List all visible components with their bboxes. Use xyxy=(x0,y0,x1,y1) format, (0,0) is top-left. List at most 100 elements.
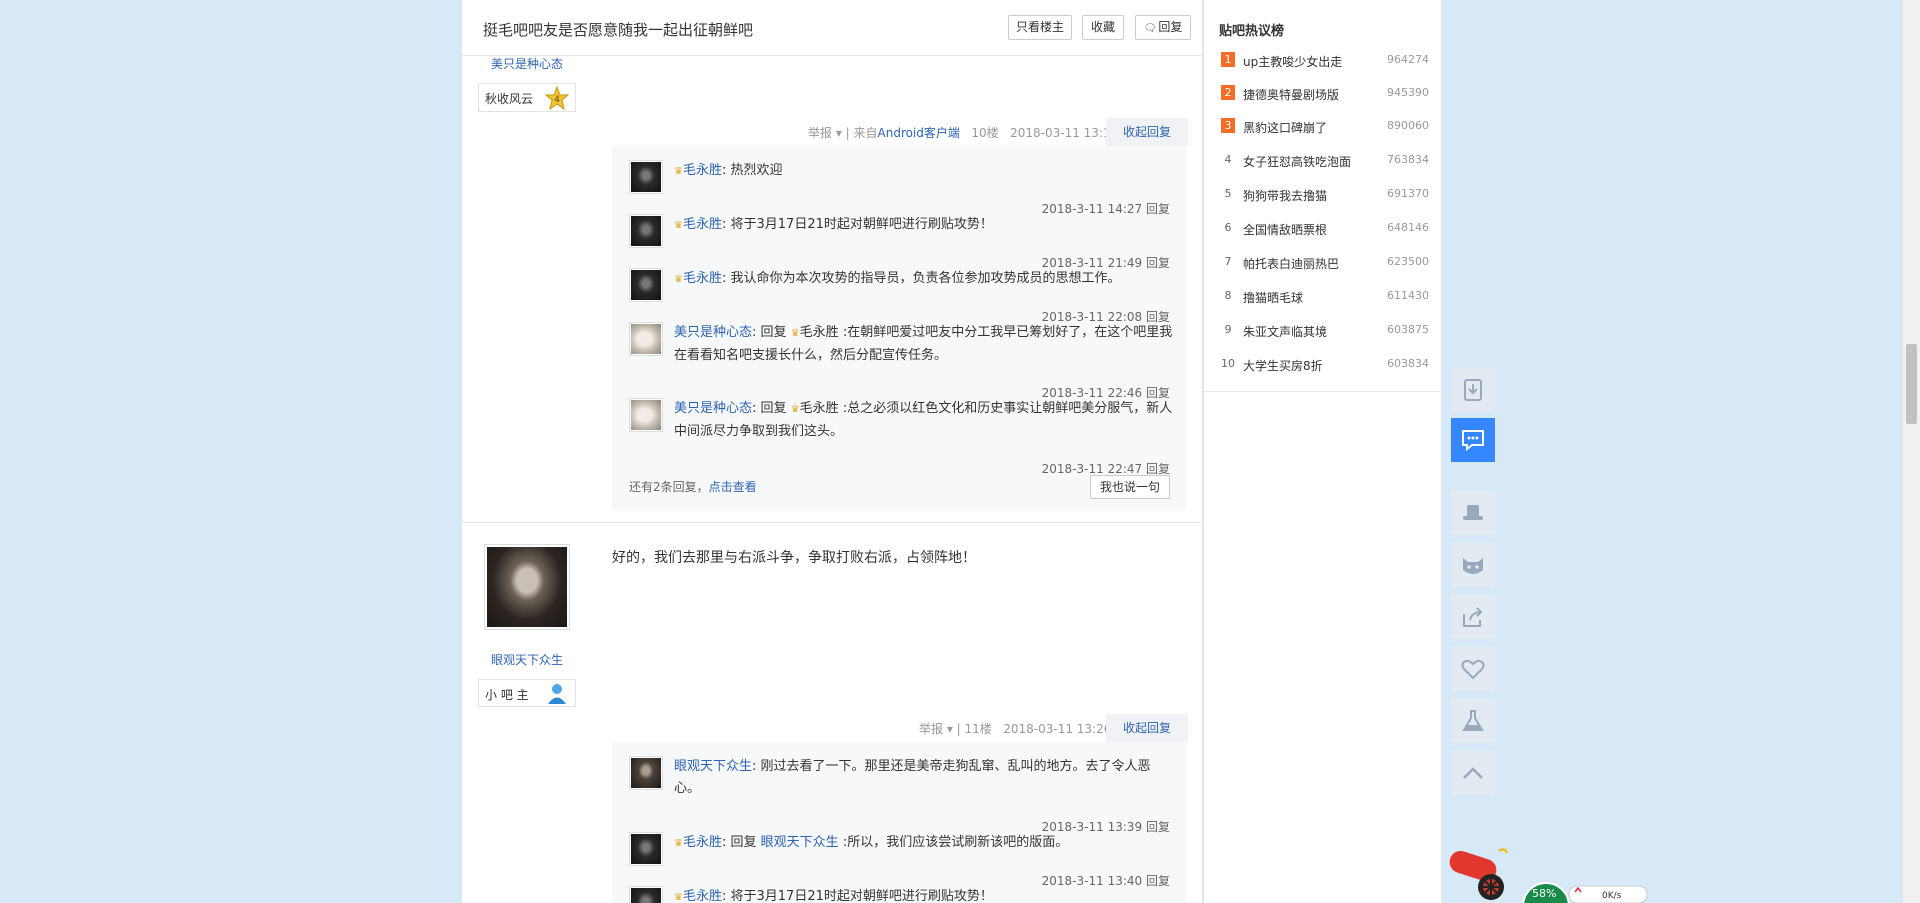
rank-number: 4 xyxy=(1224,153,1232,166)
share-button[interactable] xyxy=(1451,595,1495,639)
back-to-top-button[interactable] xyxy=(1451,751,1495,795)
post10-collapse-replies[interactable]: 收起回复 xyxy=(1106,118,1188,146)
comment-tool-button[interactable] xyxy=(1451,418,1495,462)
download-icon xyxy=(1464,379,1482,401)
reply-user[interactable]: 美只是种心态 xyxy=(674,401,752,416)
rank-topic[interactable]: 撸猫晒毛球 xyxy=(1243,289,1303,306)
reply-item: 美只是种心态: 回复 ♛毛永胜 :在朝鲜吧爱过吧友中分工我早已筹划好了，在这个吧… xyxy=(612,322,1186,400)
rank-topic[interactable]: 大学生买房8折 xyxy=(1243,357,1323,374)
reply-user[interactable]: 眼观天下众生 xyxy=(674,759,752,774)
reply-body: 热烈欢迎 xyxy=(730,163,783,178)
post-time: 2018-03-11 13:26 xyxy=(1003,722,1112,736)
rank-count: 603834 xyxy=(1387,357,1429,370)
thread-header: 挺毛吧吧友是否愿意随我一起出征朝鲜吧 只看楼主 收藏 🗨 回复 xyxy=(462,0,1202,56)
rank-item[interactable]: 7 帕托表白迪丽热巴 623500 xyxy=(1219,253,1430,272)
post11-author[interactable]: 眼观天下众生 xyxy=(491,651,563,668)
reply-body: :所以，我们应该尝试刷新该吧的版面。 xyxy=(842,835,1069,850)
reply-user[interactable]: 美只是种心态 xyxy=(674,325,752,340)
post11-collapse-replies[interactable]: 收起回复 xyxy=(1106,714,1188,742)
rank-item[interactable]: 2 捷德奥特曼剧场版 945390 xyxy=(1219,84,1429,102)
comment-icon xyxy=(1462,430,1484,452)
reply-link[interactable]: 回复 xyxy=(1146,462,1170,476)
favorite-button[interactable]: 收藏 xyxy=(1082,15,1124,40)
reply-user[interactable]: 毛永胜 xyxy=(683,889,722,903)
rank-number: 8 xyxy=(1224,289,1232,302)
report-and-floor[interactable]: 举报 ▾ | 11楼 xyxy=(919,722,992,736)
reply-text: ♛毛永胜: 将于3月17日21时起对朝鲜吧进行刷贴攻势！ xyxy=(674,889,993,903)
share-icon xyxy=(1463,607,1483,627)
rank-count: 611430 xyxy=(1387,289,1429,302)
avatar[interactable] xyxy=(629,160,663,194)
crown-icon: ♛ xyxy=(674,166,683,177)
rank-item[interactable]: 5 狗狗带我去撸猫 691370 xyxy=(1219,185,1430,204)
more-replies: 还有2条回复，点击查看 xyxy=(629,478,757,495)
avatar[interactable] xyxy=(629,214,663,248)
crown-icon: ♛ xyxy=(790,328,800,339)
comment-icon: 🗨 xyxy=(1143,23,1157,34)
favorite-tool-button[interactable] xyxy=(1451,647,1495,691)
crown-icon: ♛ xyxy=(674,220,683,231)
rank-number: 5 xyxy=(1224,187,1232,200)
scrollbar-thumb[interactable] xyxy=(1906,344,1917,424)
reply-user[interactable]: 毛永胜 xyxy=(683,835,722,850)
reply-user[interactable]: 毛永胜 xyxy=(683,217,722,232)
lab-tool-button[interactable] xyxy=(1451,699,1495,743)
post-divider xyxy=(462,522,1202,523)
pet-tool-button[interactable] xyxy=(1451,543,1495,587)
rank-item[interactable]: 4 女子狂怼高铁吃泡面 763834 xyxy=(1219,151,1430,170)
reply-button[interactable]: 🗨 回复 xyxy=(1135,15,1191,40)
avatar[interactable] xyxy=(629,322,663,356)
rank-item[interactable]: 9 朱亚文声临其境 603875 xyxy=(1219,321,1430,340)
level-star-icon: 4 xyxy=(545,86,569,110)
reply-prefix: 回复 xyxy=(760,401,787,416)
avatar[interactable] xyxy=(629,886,663,903)
heart-icon xyxy=(1461,659,1485,680)
reply-text: 美只是种心态: 回复 ♛毛永胜 :在朝鲜吧爱过吧友中分工我早已筹划好了，在这个吧… xyxy=(674,325,1173,363)
post11-avatar[interactable] xyxy=(484,544,570,630)
rank-item[interactable]: 3 黑豹这口碑崩了 890060 xyxy=(1219,117,1429,135)
rank-count: 691370 xyxy=(1387,187,1429,200)
avatar[interactable] xyxy=(629,268,663,302)
reply-prefix: 回复 xyxy=(760,325,787,340)
rank-topic[interactable]: 捷德奥特曼剧场版 xyxy=(1243,86,1339,103)
avatar[interactable] xyxy=(629,832,663,866)
rank-topic[interactable]: 全国情敌晒票根 xyxy=(1243,221,1327,238)
rank-item[interactable]: 8 撸猫晒毛球 611430 xyxy=(1219,287,1430,306)
post10-author[interactable]: 美只是种心态 xyxy=(491,55,563,72)
reply-target[interactable]: 毛永胜 xyxy=(800,325,839,340)
post11-meta: 举报 ▾ | 11楼 2018-03-11 13:26 xyxy=(919,720,1111,737)
reply-user[interactable]: 毛永胜 xyxy=(683,163,722,178)
magic-tool-button[interactable] xyxy=(1451,491,1495,535)
view-more-link[interactable]: 点击查看 xyxy=(709,480,757,494)
rank-item[interactable]: 10 大学生买房8折 603834 xyxy=(1219,355,1429,373)
rank-item[interactable]: 6 全国情敌晒票根 648146 xyxy=(1219,219,1430,238)
reply-item: ♛毛永胜: 我认命你为本次攻势的指导员，负责各位参加攻势成员的思想工作。 201… xyxy=(612,268,1186,324)
page-scrollbar[interactable] xyxy=(1903,0,1920,903)
network-speed-widget[interactable]: 58% 0K/s xyxy=(1522,882,1652,903)
post10-badge[interactable]: 秋收风云 4 xyxy=(478,83,576,112)
cannon-mascot-icon[interactable] xyxy=(1447,845,1517,903)
rank-count: 890060 xyxy=(1387,119,1429,132)
rank-topic[interactable]: up主教唆少女出走 xyxy=(1243,53,1342,70)
report-and-source[interactable]: 举报 ▾ | 来自 xyxy=(808,126,878,140)
avatar[interactable] xyxy=(629,398,663,432)
rank-topic[interactable]: 朱亚文声临其境 xyxy=(1243,323,1327,340)
rank-topic[interactable]: 帕托表白迪丽热巴 xyxy=(1243,255,1339,272)
client-link[interactable]: Android客户端 xyxy=(878,126,960,140)
rank-count: 964274 xyxy=(1387,53,1429,66)
avatar[interactable] xyxy=(629,756,663,790)
post11-badge[interactable]: 小 吧 主 xyxy=(478,679,576,707)
reply-item: ♛毛永胜: 将于3月17日21时起对朝鲜吧进行刷贴攻势！ 2018-3-11 2… xyxy=(612,214,1186,270)
thread-main: 挺毛吧吧友是否愿意随我一起出征朝鲜吧 只看楼主 收藏 🗨 回复 美只是种心态 秋收… xyxy=(462,0,1202,903)
rank-topic[interactable]: 狗狗带我去撸猫 xyxy=(1243,187,1327,204)
download-app-button[interactable] xyxy=(1451,368,1495,412)
reply-user[interactable]: 毛永胜 xyxy=(683,271,722,286)
reply-target[interactable]: 眼观天下众生 xyxy=(761,835,839,850)
rank-topic[interactable]: 黑豹这口碑崩了 xyxy=(1243,119,1327,136)
only-lz-button[interactable]: 只看楼主 xyxy=(1008,15,1072,40)
say-something-button[interactable]: 我也说一句 xyxy=(1090,475,1170,499)
rank-item[interactable]: 1 up主教唆少女出走 964274 xyxy=(1219,51,1429,69)
reply-item: 美只是种心态: 回复 ♛毛永胜 :总之必须以红色文化和历史事实让朝鲜吧美分服气，… xyxy=(612,398,1186,476)
reply-target[interactable]: 毛永胜 xyxy=(800,401,839,416)
rank-topic[interactable]: 女子狂怼高铁吃泡面 xyxy=(1243,153,1351,170)
